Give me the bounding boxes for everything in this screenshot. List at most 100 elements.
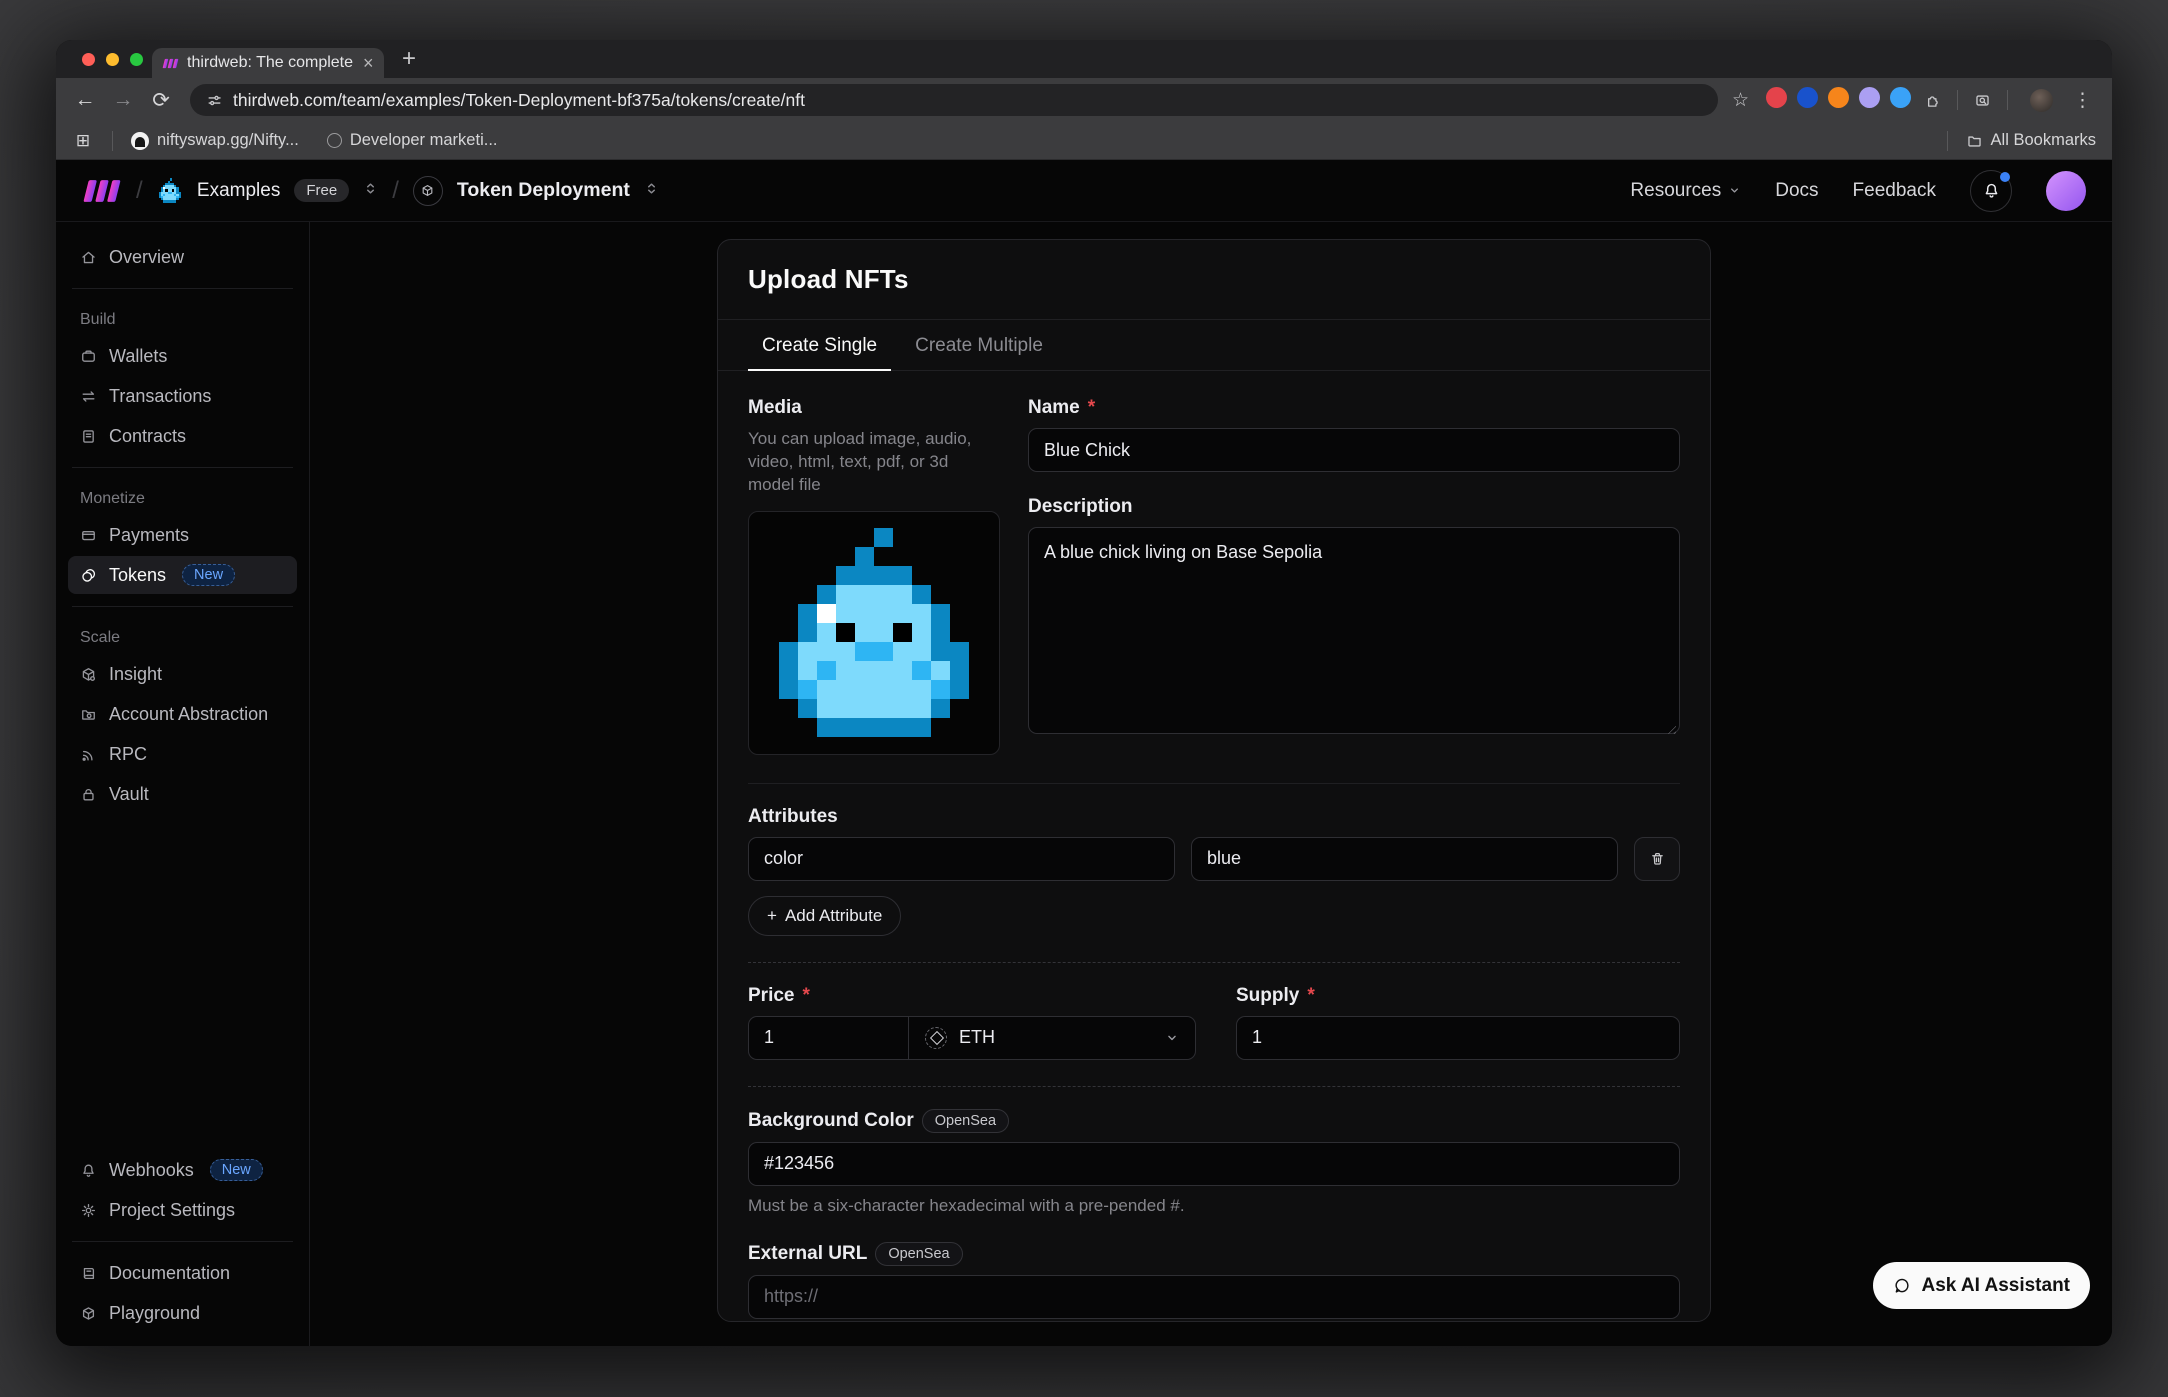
background-color-label: Background Color — [748, 1110, 914, 1132]
all-bookmarks-button[interactable]: All Bookmarks — [1966, 131, 2096, 150]
close-window-button[interactable] — [82, 53, 95, 66]
sidebar-divider — [72, 1241, 293, 1242]
plan-badge: Free — [294, 179, 349, 202]
sidebar-item-label: Contracts — [109, 426, 186, 447]
breadcrumb-separator: / — [136, 177, 143, 205]
minimize-window-button[interactable] — [106, 53, 119, 66]
blue-extension-icon[interactable] — [1797, 87, 1818, 108]
webhooks-icon — [80, 1162, 97, 1179]
site-settings-icon[interactable] — [206, 92, 223, 109]
breadcrumb-team[interactable]: Examples — [197, 180, 280, 202]
name-input[interactable] — [1028, 428, 1680, 472]
forward-icon[interactable]: → — [108, 88, 138, 112]
upload-nfts-card: Upload NFTs Create Single Create Multipl… — [717, 239, 1711, 1322]
github-icon — [131, 132, 149, 150]
sidebar: Overview BuildWalletsTransactions Contract… — [56, 222, 310, 1346]
project-icon — [413, 176, 443, 206]
sidebar-section-label: Build — [68, 301, 297, 335]
notifications-button[interactable] — [1970, 170, 2012, 212]
metamask-extension-icon[interactable] — [1828, 87, 1849, 108]
sidebar-item-insight[interactable]: Insight — [68, 655, 297, 693]
attribute-row — [748, 837, 1680, 881]
supply-label: Supply — [1236, 985, 1299, 1007]
media-label: Media — [748, 397, 1000, 419]
sidebar-item-label: RPC — [109, 744, 147, 765]
ask-ai-assistant-button[interactable]: Ask AI Assistant — [1873, 1262, 2090, 1309]
attribute-value-input[interactable] — [1191, 837, 1618, 881]
sidebar-item-transactions[interactable]: Transactions — [68, 377, 297, 415]
sidebar-item-project-settings[interactable]: Project Settings — [68, 1191, 297, 1229]
sidebar-item-vault[interactable]: Vault — [68, 775, 297, 813]
timer-extension-icon[interactable] — [1890, 87, 1911, 108]
nav-docs[interactable]: Docs — [1775, 180, 1818, 202]
home-icon — [80, 249, 97, 266]
sidebar-item-playground[interactable]: Playground — [68, 1294, 297, 1332]
settings-icon — [80, 1202, 97, 1219]
account-abstraction-icon — [80, 706, 97, 723]
sidebar-divider — [72, 467, 293, 468]
eth-icon — [925, 1027, 947, 1049]
nft-media-preview[interactable] — [748, 511, 1000, 755]
external-url-input[interactable] — [748, 1275, 1680, 1319]
reload-icon[interactable]: ⟳ — [146, 88, 176, 113]
browser-tab[interactable]: thirdweb: The complete web3 × — [152, 48, 384, 78]
sidebar-item-wallets[interactable]: Wallets — [68, 337, 297, 375]
phantom-extension-icon[interactable] — [1859, 87, 1880, 108]
apps-grid-icon[interactable]: ⊞ — [72, 131, 94, 151]
tab-title: thirdweb: The complete web3 — [187, 54, 355, 72]
supply-input[interactable] — [1236, 1016, 1680, 1060]
thirdweb-logo[interactable] — [82, 178, 122, 204]
team-switcher-icon[interactable] — [363, 181, 378, 201]
sidebar-item-overview[interactable]: Overview — [68, 238, 297, 276]
attributes-label: Attributes — [748, 806, 838, 828]
create-tabs: Create Single Create Multiple — [718, 320, 1710, 371]
red-extension-icon[interactable] — [1766, 87, 1787, 108]
main-content: Upload NFTs Create Single Create Multipl… — [310, 222, 2112, 1346]
tab-create-multiple[interactable]: Create Multiple — [901, 320, 1057, 371]
close-tab-icon[interactable]: × — [363, 54, 374, 72]
sidebar-item-rpc[interactable]: RPC — [68, 735, 297, 773]
project-switcher-icon[interactable] — [644, 181, 659, 201]
browser-menu-icon[interactable]: ⋮ — [2073, 89, 2092, 112]
currency-select[interactable]: ETH — [908, 1016, 1196, 1060]
team-avatar — [157, 178, 183, 202]
add-attribute-button[interactable]: + Add Attribute — [748, 896, 901, 936]
nav-resources[interactable]: Resources — [1630, 180, 1741, 202]
page-title: Upload NFTs — [748, 264, 1680, 295]
price-input[interactable] — [748, 1016, 908, 1060]
description-input[interactable]: A blue chick living on Base Sepolia — [1028, 527, 1680, 734]
new-tab-button[interactable]: + — [402, 45, 416, 73]
sidebar-item-label: Account Abstraction — [109, 704, 268, 725]
sidebar-item-tokens[interactable]: Tokens New — [68, 556, 297, 594]
bookmark-star-icon[interactable]: ☆ — [1732, 89, 1749, 112]
sidebar-item-payments[interactable]: Payments — [68, 516, 297, 554]
account-avatar[interactable] — [2046, 171, 2086, 211]
extensions-puzzle-icon[interactable] — [1924, 92, 1941, 109]
sidebar-item-documentation[interactable]: Documentation — [68, 1254, 297, 1292]
breadcrumb-project[interactable]: Token Deployment — [457, 179, 630, 202]
media-hint: You can upload image, audio, video, html… — [748, 428, 998, 497]
back-icon[interactable]: ← — [70, 88, 100, 112]
attribute-name-input[interactable] — [748, 837, 1175, 881]
thirdweb-favicon — [162, 57, 179, 70]
browser-profile-avatar[interactable] — [2030, 89, 2053, 112]
bookmark-niftyswap[interactable]: niftyswap.gg/Nifty... — [131, 131, 299, 150]
url-bar[interactable]: thirdweb.com/team/examples/Token-Deploym… — [190, 84, 1718, 116]
breadcrumb-separator-2: / — [392, 177, 399, 205]
delete-attribute-button[interactable] — [1634, 837, 1680, 881]
name-label: Name — [1028, 397, 1080, 419]
new-badge: New — [182, 564, 235, 586]
zoom-window-button[interactable] — [130, 53, 143, 66]
bookmarks-right-separator — [1947, 131, 1948, 151]
sidebar-item-label: Tokens — [109, 565, 166, 586]
tab-create-single[interactable]: Create Single — [748, 320, 891, 371]
nav-feedback[interactable]: Feedback — [1853, 180, 1936, 202]
toolbar-separator-2 — [2007, 90, 2008, 110]
sidebar-item-contracts[interactable]: Contracts — [68, 417, 297, 455]
sidebar-item-webhooks[interactable]: WebhooksNew — [68, 1151, 297, 1189]
tab-search-icon[interactable] — [1974, 92, 1991, 109]
bookmark-developer-marketing[interactable]: Developer marketi... — [327, 131, 498, 150]
url-text: thirdweb.com/team/examples/Token-Deploym… — [233, 90, 805, 111]
sidebar-item-account-abstraction[interactable]: Account Abstraction — [68, 695, 297, 733]
background-color-input[interactable] — [748, 1142, 1680, 1186]
